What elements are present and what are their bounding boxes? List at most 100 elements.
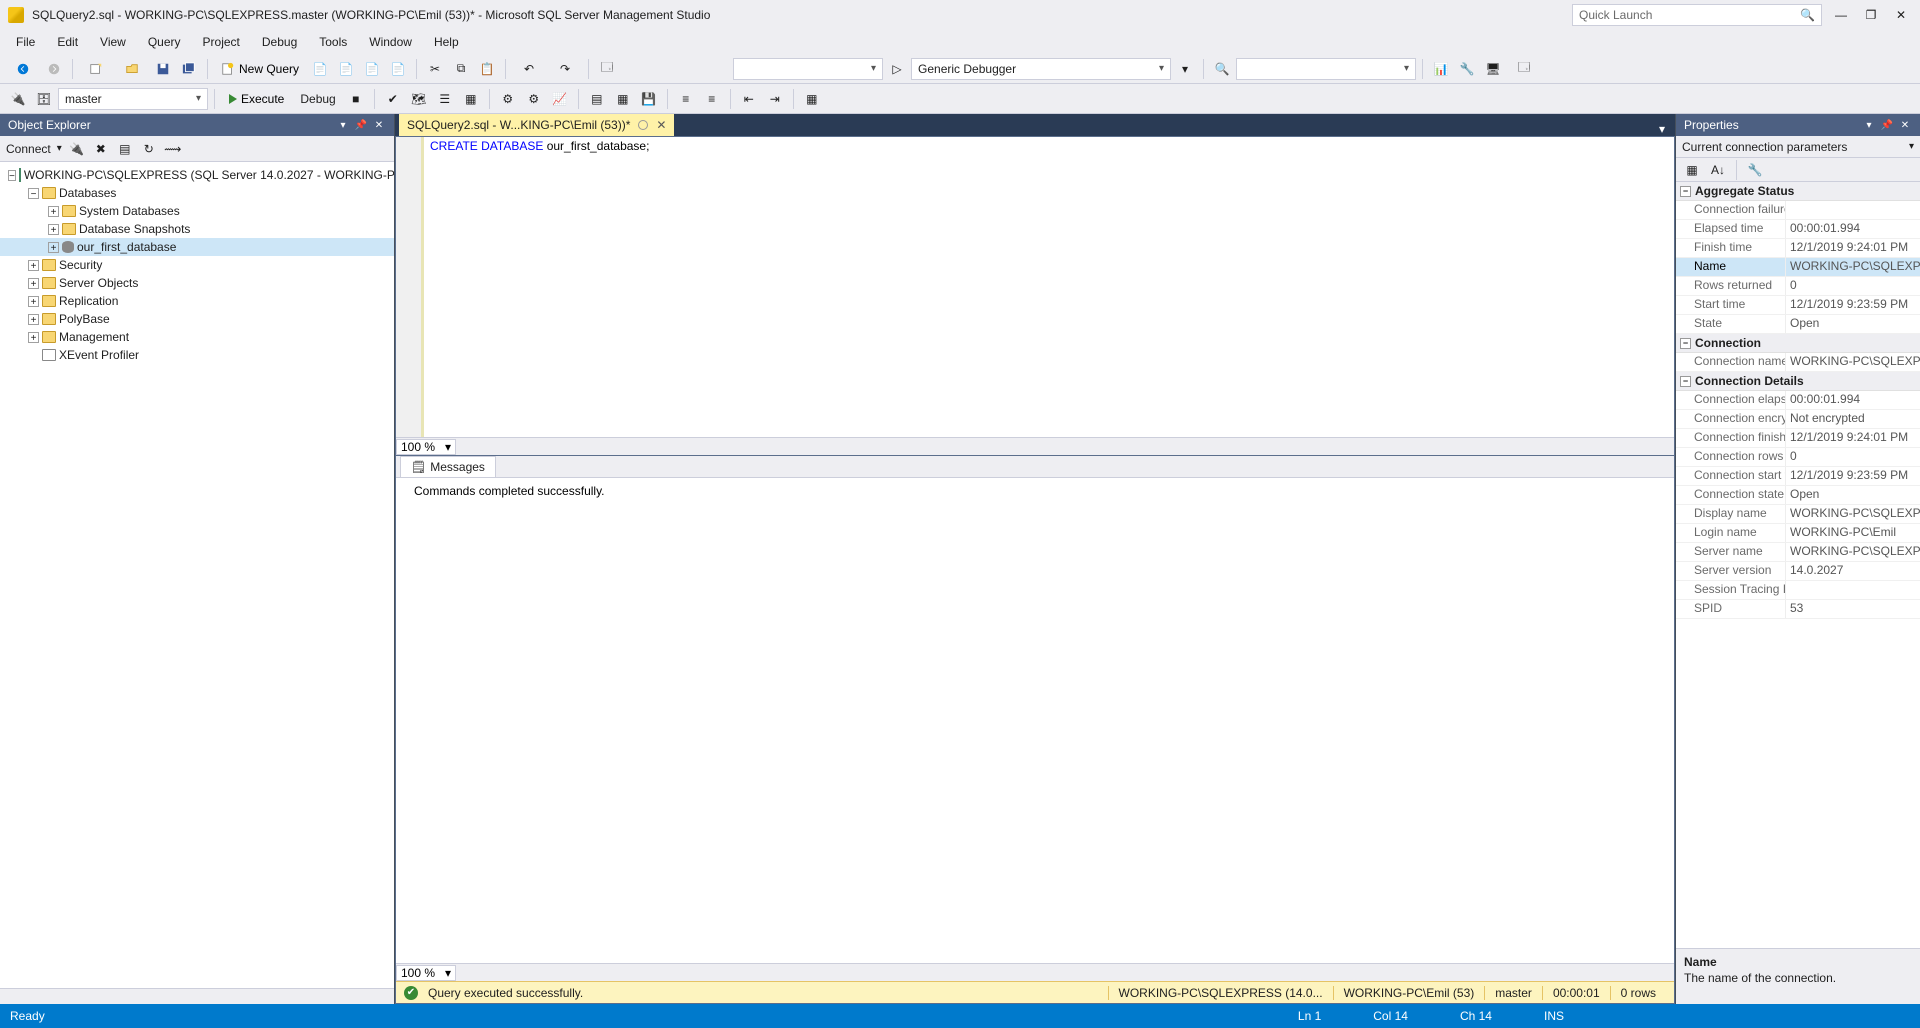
find-button[interactable]: 🔍 [1210,57,1234,81]
property-category[interactable]: −Connection Details [1676,372,1920,391]
property-row[interactable]: NameWORKING-PC\SQLEXPI [1676,258,1920,277]
property-row[interactable]: Login nameWORKING-PC\Emil [1676,524,1920,543]
specify-values-button[interactable]: ▦ [800,87,824,111]
property-row[interactable]: Server nameWORKING-PC\SQLEXPI [1676,543,1920,562]
debug-label[interactable]: Debug [294,92,341,106]
analysis-mdx-button[interactable]: 📄 [334,57,358,81]
tree-server-objects-node[interactable]: +Server Objects [0,274,394,292]
tree-system-databases-node[interactable]: +System Databases [0,202,394,220]
property-row[interactable]: Connection finish t12/1/2019 9:24:01 PM [1676,429,1920,448]
display-plan-button[interactable]: 🗺 [407,87,431,111]
property-row[interactable]: Display nameWORKING-PC\SQLEXPI [1676,505,1920,524]
comment-button[interactable]: ≡ [674,87,698,111]
client-stats-button[interactable]: 📈 [548,87,572,111]
results-zoom-combo[interactable]: 100 %▾ [396,965,456,981]
tree-our-database-node[interactable]: +our_first_database [0,238,394,256]
property-row[interactable]: StateOpen [1676,315,1920,334]
panel-dropdown-icon[interactable]: ▾ [1862,118,1876,132]
property-category[interactable]: −Connection [1676,334,1920,353]
panel-close-icon[interactable]: ✕ [372,118,386,132]
property-row[interactable]: SPID53 [1676,600,1920,619]
results-file-button[interactable]: 💾 [637,87,661,111]
pin-icon[interactable] [638,120,648,130]
property-row[interactable]: Session Tracing ID [1676,581,1920,600]
menu-file[interactable]: File [6,32,45,52]
disconnect-icon[interactable]: 🔌 [68,140,86,158]
db-engine-query-button[interactable]: 📄 [308,57,332,81]
alphabetical-button[interactable]: A↓ [1706,158,1730,182]
property-category[interactable]: −Aggregate Status [1676,182,1920,201]
tabstrip-menu-icon[interactable]: ▾ [1653,122,1671,136]
stop-icon[interactable]: ✖ [92,140,110,158]
settings-button[interactable]: 🔧 [1455,57,1479,81]
open-button[interactable] [115,57,149,81]
cut-button[interactable]: ✂ [423,57,447,81]
tree-server-node[interactable]: −WORKING-PC\SQLEXPRESS (SQL Server 14.0.… [0,166,394,184]
results-grid-button[interactable]: ▦ [611,87,635,111]
activity-monitor-button[interactable]: 📊 [1429,57,1453,81]
messages-tab[interactable]: 🗒 Messages [400,456,496,477]
menu-help[interactable]: Help [424,32,469,52]
menu-query[interactable]: Query [138,32,191,52]
filter-icon[interactable]: ▤ [116,140,134,158]
find-combo[interactable]: ▾ [1236,58,1416,80]
property-row[interactable]: Finish time12/1/2019 9:24:01 PM [1676,239,1920,258]
menu-view[interactable]: View [90,32,136,52]
messages-body[interactable]: Commands completed successfully. [396,478,1674,963]
cancel-query-button[interactable]: ■ [344,87,368,111]
analysis-dmx-button[interactable]: 📄 [360,57,384,81]
menu-tools[interactable]: Tools [309,32,357,52]
property-row[interactable]: Connection elapsed00:00:01.994 [1676,391,1920,410]
properties-grid[interactable]: −Aggregate StatusConnection failuresElap… [1676,182,1920,948]
live-stats-button[interactable]: ⚙ [522,87,546,111]
panel-close-icon[interactable]: ✕ [1898,118,1912,132]
database-combo[interactable]: master▾ [58,88,208,110]
include-plan-button[interactable]: ⚙ [496,87,520,111]
change-connection-button[interactable]: 🔌 [6,87,30,111]
pulse-icon[interactable]: ⟿ [164,140,182,158]
property-row[interactable]: Connection start ti12/1/2019 9:23:59 PM [1676,467,1920,486]
toolbox-button[interactable]: 🗔 [1507,57,1541,81]
document-tab[interactable]: SQLQuery2.sql - W...KING-PC\Emil (53))* … [399,114,674,136]
new-project-button[interactable] [79,57,113,81]
debugger-target-combo[interactable]: Generic Debugger▾ [911,58,1171,80]
tree-databases-node[interactable]: −Databases [0,184,394,202]
parse-button[interactable]: ✔ [381,87,405,111]
save-all-button[interactable] [177,57,201,81]
query-options-button[interactable]: ☰ [433,87,457,111]
available-db-button[interactable]: 🗄 [32,87,56,111]
intellisense-button[interactable]: ▦ [459,87,483,111]
property-row[interactable]: Connection failures [1676,201,1920,220]
menu-project[interactable]: Project [193,32,250,52]
properties-subtitle[interactable]: Current connection parameters▾ [1676,136,1920,158]
analysis-xmla-button[interactable]: 📄 [386,57,410,81]
property-row[interactable]: Rows returned0 [1676,277,1920,296]
execute-button[interactable]: Execute [221,87,292,111]
tree-replication-node[interactable]: +Replication [0,292,394,310]
code-area[interactable]: CREATE DATABASE our_first_database; [424,137,1674,437]
forward-button[interactable] [42,57,66,81]
tree-snapshots-node[interactable]: +Database Snapshots [0,220,394,238]
menu-debug[interactable]: Debug [252,32,307,52]
panel-dropdown-icon[interactable]: ▾ [336,118,350,132]
tree-xevent-node[interactable]: +XEvent Profiler [0,346,394,364]
property-row[interactable]: Server version14.0.2027 [1676,562,1920,581]
debug-dropdown-button[interactable]: ▾ [1173,57,1197,81]
decrease-indent-button[interactable]: ⇤ [737,87,761,111]
undo-button[interactable]: ↶ [512,57,546,81]
property-row[interactable]: Connection nameWORKING-PC\SQLEXPI [1676,353,1920,372]
property-row[interactable]: Start time12/1/2019 9:23:59 PM [1676,296,1920,315]
back-button[interactable] [6,57,40,81]
properties-button[interactable]: 🗔 [595,57,619,81]
solution-config-combo[interactable]: ▾ [733,58,883,80]
redo-button[interactable]: ↷ [548,57,582,81]
property-row[interactable]: Connection rows re0 [1676,448,1920,467]
paste-button[interactable]: 📋 [475,57,499,81]
tree-management-node[interactable]: +Management [0,328,394,346]
results-text-button[interactable]: ▤ [585,87,609,111]
menu-edit[interactable]: Edit [47,32,88,52]
start-debug-button[interactable]: ▷ [885,57,909,81]
restore-button[interactable]: ❐ [1860,4,1882,26]
property-row[interactable]: Connection stateOpen [1676,486,1920,505]
property-pages-button[interactable]: 🔧 [1743,158,1767,182]
